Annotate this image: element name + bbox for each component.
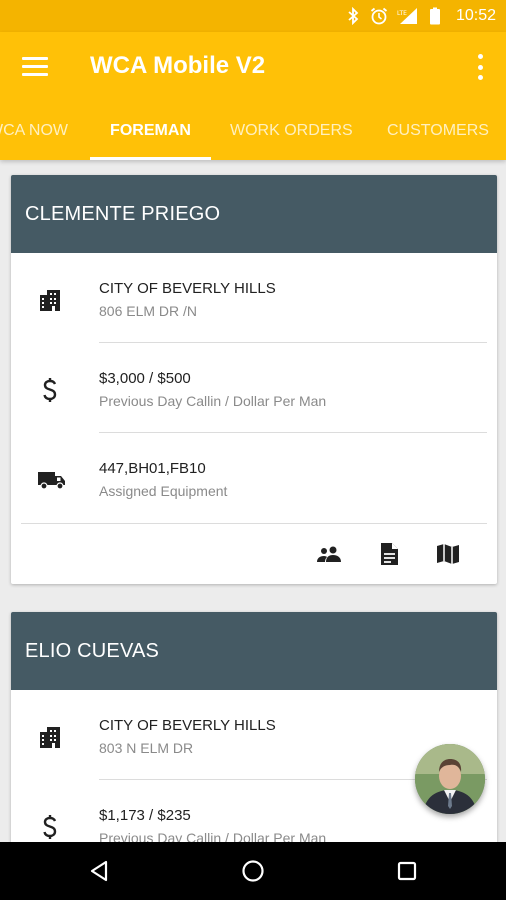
tab-customers[interactable]: CUSTOMERS xyxy=(387,102,489,160)
callin-amount: $1,173 / $235 xyxy=(99,807,191,824)
foreman-name: CLEMENTE PRIEGO xyxy=(25,202,221,225)
truck-icon xyxy=(37,467,67,493)
alarm-icon xyxy=(370,7,388,25)
tab-indicator xyxy=(90,157,211,160)
lte-label: LTE xyxy=(397,10,407,17)
tab-work-orders[interactable]: WORK ORDERS xyxy=(230,102,353,160)
tab-foreman[interactable]: FOREMAN xyxy=(90,102,211,160)
card-actions xyxy=(11,524,497,584)
recents-icon[interactable] xyxy=(392,856,422,886)
avatar[interactable] xyxy=(415,744,485,814)
app-title: WCA Mobile V2 xyxy=(90,52,266,79)
location-address: 806 ELM DR /N xyxy=(99,303,198,319)
tab-label: CUSTOMERS xyxy=(387,122,489,139)
more-options-icon[interactable] xyxy=(476,54,484,80)
dollar-icon xyxy=(37,377,63,403)
system-nav-bar xyxy=(0,842,506,900)
back-icon[interactable] xyxy=(84,856,114,886)
battery-icon xyxy=(426,7,444,25)
location-title: CITY OF BEVERLY HILLS xyxy=(99,280,276,297)
tab-label: WCA NOW xyxy=(0,122,68,139)
building-icon xyxy=(37,724,63,750)
equipment-row: 447,BH01,FB10 Assigned Equipment xyxy=(11,433,497,523)
tab-wca-now[interactable]: WCA NOW xyxy=(0,102,68,160)
status-bar: LTE 10:52 xyxy=(0,0,506,32)
equipment-label: Assigned Equipment xyxy=(99,483,228,499)
location-address: 803 N ELM DR xyxy=(99,740,194,756)
foreman-card[interactable]: CLEMENTE PRIEGO CITY OF BEVERLY HILLS 80… xyxy=(11,175,497,584)
equipment-list: 447,BH01,FB10 xyxy=(99,460,206,477)
foreman-card[interactable]: ELIO CUEVAS CITY OF BEVERLY HILLS 803 N … xyxy=(11,612,497,852)
building-icon xyxy=(37,287,63,313)
signal-lte-icon: LTE xyxy=(396,7,418,25)
clock: 10:52 xyxy=(455,7,496,24)
crew-icon[interactable] xyxy=(316,542,342,566)
callin-row: $3,000 / $500 Previous Day Callin / Doll… xyxy=(11,343,497,433)
menu-icon[interactable] xyxy=(22,53,48,79)
home-icon[interactable] xyxy=(238,856,268,886)
bluetooth-icon xyxy=(344,7,362,25)
location-row: CITY OF BEVERLY HILLS 806 ELM DR /N xyxy=(11,253,497,343)
document-icon[interactable] xyxy=(376,542,402,566)
app-bar: WCA Mobile V2 WCA NOW FOREMAN WORK ORDER… xyxy=(0,32,506,160)
tab-label: WORK ORDERS xyxy=(230,122,353,139)
tab-bar: WCA NOW FOREMAN WORK ORDERS CUSTOMERS xyxy=(0,102,506,160)
tab-label: FOREMAN xyxy=(110,122,191,139)
callin-amount: $3,000 / $500 xyxy=(99,370,191,387)
card-header: ELIO CUEVAS xyxy=(11,612,497,690)
card-header: CLEMENTE PRIEGO xyxy=(11,175,497,253)
callin-label: Previous Day Callin / Dollar Per Man xyxy=(99,393,327,409)
location-title: CITY OF BEVERLY HILLS xyxy=(99,717,276,734)
map-icon[interactable] xyxy=(435,542,461,566)
dollar-icon xyxy=(37,814,63,840)
foreman-name: ELIO CUEVAS xyxy=(25,639,160,662)
